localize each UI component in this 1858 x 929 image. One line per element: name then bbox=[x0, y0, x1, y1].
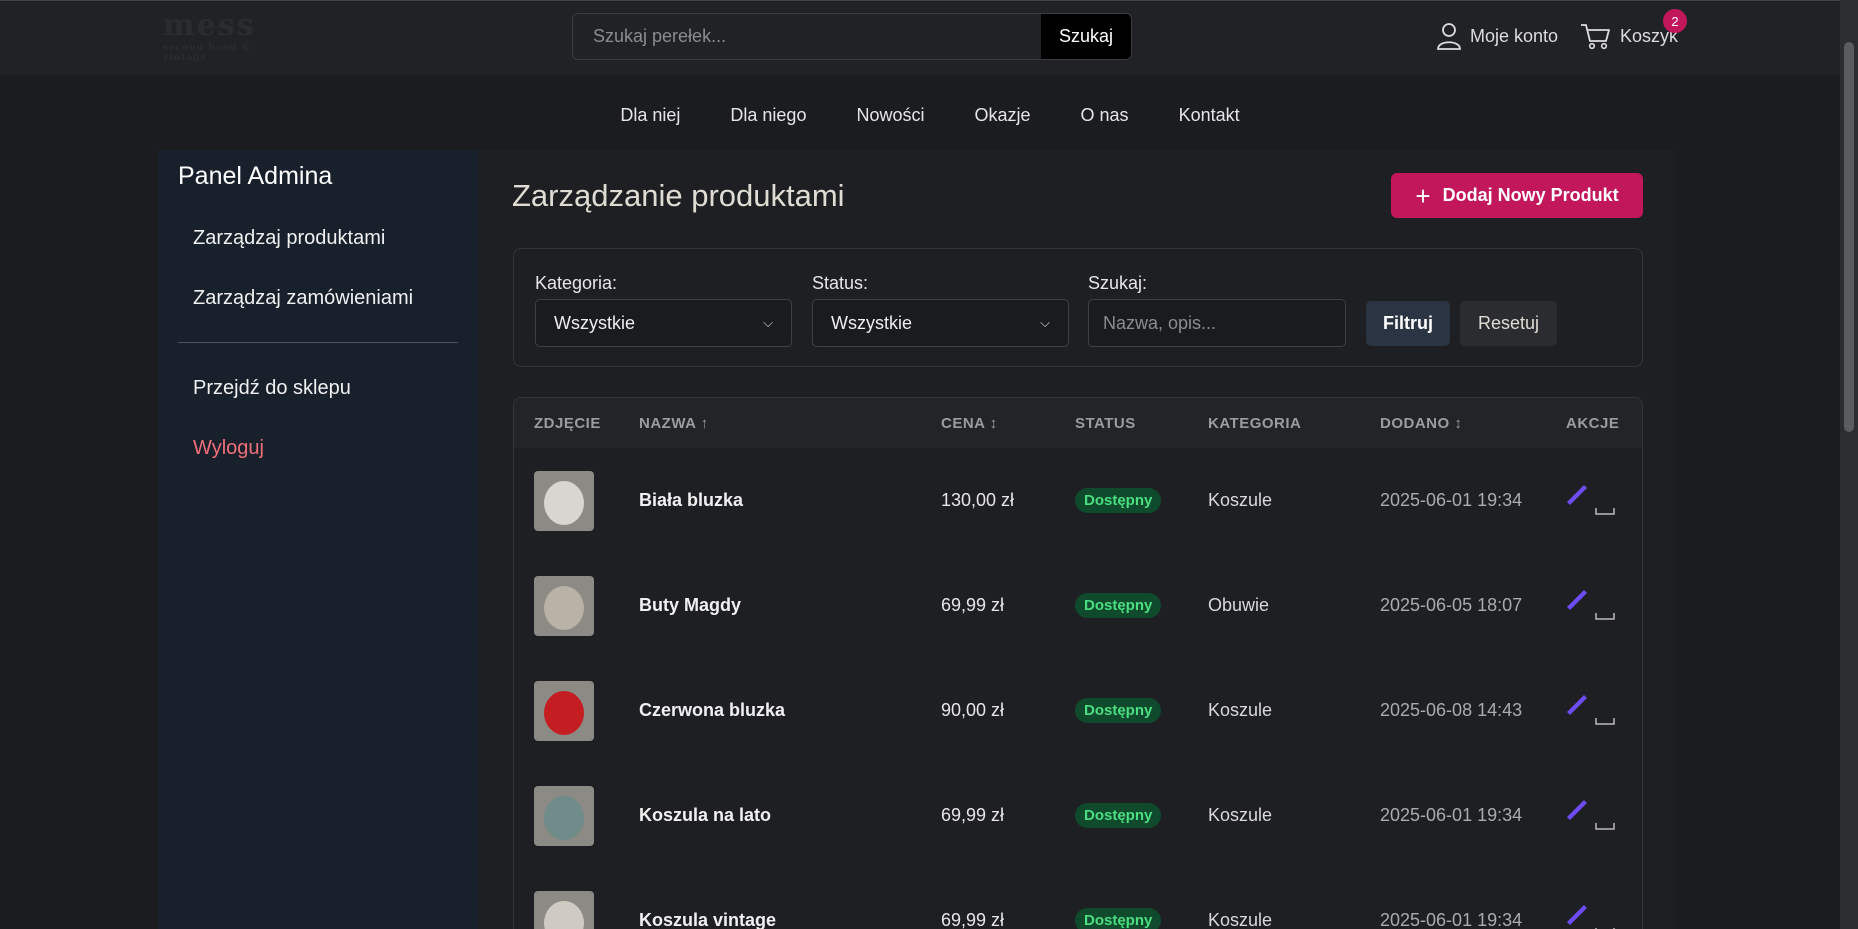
edit-icon[interactable] bbox=[1564, 585, 1590, 611]
table-row: Koszula na lato 69,99 zł Dostępny Koszule 20… bbox=[514, 763, 1642, 868]
col-header-actions: AKCJE bbox=[1566, 415, 1620, 432]
header-search-input[interactable] bbox=[573, 14, 1041, 59]
logo[interactable]: mess second hand & vintage bbox=[163, 8, 263, 64]
scrollbar-thumb[interactable] bbox=[1844, 42, 1854, 432]
product-date: 2025-06-05 18:07 bbox=[1380, 595, 1523, 615]
table-row: Czerwona bluzka 90,00 zł Dostępny Koszule 20… bbox=[514, 658, 1642, 763]
product-date: 2025-06-01 19:34 bbox=[1380, 490, 1523, 510]
filter-panel: Kategoria: Wszystkie ⌵ Status: Wszystkie… bbox=[513, 248, 1643, 367]
cart-icon bbox=[1581, 24, 1610, 50]
sidebar-item-shop[interactable]: Przejdź do sklepu bbox=[193, 377, 351, 400]
status-badge: Dostępny bbox=[1075, 908, 1162, 929]
col-header-name[interactable]: NAZWA ↑ bbox=[639, 415, 709, 432]
chevron-down-icon: ⌵ bbox=[763, 315, 773, 330]
nav-item-okazje[interactable]: Okazje bbox=[975, 95, 1031, 135]
reset-button[interactable]: Resetuj bbox=[1460, 301, 1557, 346]
delete-icon[interactable] bbox=[1594, 611, 1616, 621]
product-price: 130,00 zł bbox=[941, 490, 1015, 510]
delete-icon[interactable] bbox=[1594, 716, 1616, 726]
status-badge: Dostępny bbox=[1075, 803, 1162, 828]
product-category: Obuwie bbox=[1208, 595, 1270, 615]
product-thumbnail bbox=[534, 576, 594, 636]
product-date: 2025-06-01 19:34 bbox=[1380, 910, 1523, 929]
admin-sidebar: Panel Admina Zarządzaj produktami Zarząd… bbox=[158, 150, 478, 929]
chevron-down-icon: ⌵ bbox=[1040, 315, 1050, 330]
nav-item-o-nas[interactable]: O nas bbox=[1081, 95, 1129, 135]
delete-icon[interactable] bbox=[1594, 821, 1616, 831]
cart-count-badge: 2 bbox=[1663, 9, 1687, 33]
nav-item-dla-niej[interactable]: Dla niej bbox=[620, 95, 680, 135]
product-thumbnail bbox=[534, 786, 594, 846]
add-product-label: Dodaj Nowy Produkt bbox=[1442, 185, 1619, 205]
sidebar-item-orders[interactable]: Zarządzaj zamówieniami bbox=[193, 287, 413, 310]
add-product-button[interactable]: + Dodaj Nowy Produkt bbox=[1391, 173, 1643, 218]
top-header: mess second hand & vintage Szukaj bbox=[0, 0, 1840, 75]
products-table: ZDJĘCIE NAZWA ↑ CENA ↕ STATUS KATEGORIA … bbox=[513, 397, 1643, 929]
col-header-category: KATEGORIA bbox=[1208, 415, 1302, 432]
account-label: Moje konto bbox=[1470, 25, 1559, 46]
edit-icon[interactable] bbox=[1564, 690, 1590, 716]
table-row: Buty Magdy 69,99 zł Dostępny Obuwie 2025-06-… bbox=[514, 553, 1642, 658]
delete-icon[interactable] bbox=[1594, 506, 1616, 516]
product-name: Czerwona bluzka bbox=[639, 700, 786, 720]
status-select-value: Wszystkie bbox=[831, 312, 912, 333]
nav-item-kontakt[interactable]: Kontakt bbox=[1179, 95, 1240, 135]
table-header: ZDJĘCIE NAZWA ↑ CENA ↕ STATUS KATEGORIA … bbox=[514, 398, 1642, 448]
product-date: 2025-06-01 19:34 bbox=[1380, 805, 1523, 825]
account-link[interactable]: Moje konto bbox=[1436, 20, 1558, 52]
table-row: Biała bluzka 130,00 zł Dostępny Koszule 2025… bbox=[514, 448, 1642, 553]
search-label: Szukaj: bbox=[1088, 273, 1148, 293]
category-label: Kategoria: bbox=[535, 273, 618, 293]
sidebar-item-logout[interactable]: Wyloguj bbox=[193, 437, 264, 460]
product-price: 90,00 zł bbox=[941, 700, 1005, 720]
status-badge: Dostępny bbox=[1075, 488, 1162, 513]
nav-item-dla-niego[interactable]: Dla niego bbox=[730, 95, 806, 135]
user-icon bbox=[1437, 23, 1461, 50]
logo-main: mess bbox=[163, 8, 256, 43]
main-nav: Dla niej Dla niego Nowości Okazje O nas … bbox=[0, 95, 1840, 135]
sidebar-item-products[interactable]: Zarządzaj produktami bbox=[193, 227, 385, 250]
product-thumbnail bbox=[534, 471, 594, 531]
product-thumbnail bbox=[534, 891, 594, 929]
filter-button[interactable]: Filtruj bbox=[1366, 301, 1450, 346]
nav-item-nowosci[interactable]: Nowości bbox=[856, 95, 924, 135]
category-select-value: Wszystkie bbox=[554, 312, 635, 333]
sidebar-title: Panel Admina bbox=[178, 162, 333, 190]
status-label: Status: bbox=[812, 273, 869, 293]
header-search-button[interactable]: Szukaj bbox=[1041, 14, 1131, 59]
product-name: Koszula na lato bbox=[639, 805, 772, 825]
product-name: Koszula vintage bbox=[639, 910, 777, 929]
table-row: Koszula vintage 69,99 zł Dostępny Koszule 20… bbox=[514, 868, 1642, 929]
product-price: 69,99 zł bbox=[941, 910, 1005, 929]
product-price: 69,99 zł bbox=[941, 805, 1005, 825]
product-category: Koszule bbox=[1208, 910, 1273, 929]
logo-sub: second hand & vintage bbox=[163, 43, 251, 63]
header-search: Szukaj bbox=[572, 13, 1132, 60]
product-category: Koszule bbox=[1208, 805, 1273, 825]
page-title: Zarządzanie produktami bbox=[512, 178, 845, 213]
plus-icon: + bbox=[1415, 180, 1431, 211]
product-name: Buty Magdy bbox=[639, 595, 742, 615]
edit-icon[interactable] bbox=[1564, 480, 1590, 506]
edit-icon[interactable] bbox=[1564, 900, 1590, 926]
col-header-photo: ZDJĘCIE bbox=[534, 415, 601, 432]
product-date: 2025-06-08 14:43 bbox=[1380, 700, 1523, 720]
category-select[interactable]: Wszystkie ⌵ bbox=[535, 299, 792, 347]
status-badge: Dostępny bbox=[1075, 698, 1162, 723]
product-category: Koszule bbox=[1208, 700, 1273, 720]
status-select[interactable]: Wszystkie ⌵ bbox=[812, 299, 1069, 347]
filter-search-input[interactable] bbox=[1088, 299, 1346, 347]
product-price: 69,99 zł bbox=[941, 595, 1005, 615]
edit-icon[interactable] bbox=[1564, 795, 1590, 821]
col-header-price[interactable]: CENA ↕ bbox=[941, 415, 998, 432]
sidebar-divider bbox=[178, 342, 458, 343]
status-badge: Dostępny bbox=[1075, 593, 1162, 618]
col-header-status: STATUS bbox=[1075, 415, 1136, 432]
product-thumbnail bbox=[534, 681, 594, 741]
col-header-date[interactable]: DODANO ↕ bbox=[1380, 415, 1462, 432]
product-category: Koszule bbox=[1208, 490, 1273, 510]
product-name: Biała bluzka bbox=[639, 490, 744, 510]
